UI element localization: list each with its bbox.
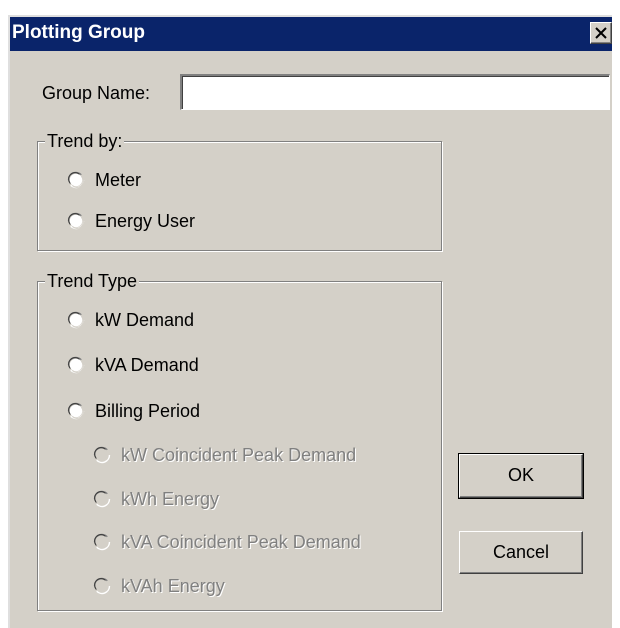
radio-kva-coincident-peak-demand[interactable]: kVA Coincident Peak Demand xyxy=(93,531,433,553)
radio-meter[interactable]: Meter xyxy=(67,169,267,191)
close-button[interactable] xyxy=(590,22,612,44)
radio-button-icon[interactable] xyxy=(67,402,85,420)
radio-button-icon[interactable] xyxy=(93,446,111,464)
plotting-group-dialog: Plotting Group Group Name: Trend by: Met… xyxy=(8,15,612,628)
radio-kvah-energy-label: kVAh Energy xyxy=(121,576,225,596)
radio-button-icon[interactable] xyxy=(93,490,111,508)
radio-kw-demand[interactable]: kW Demand xyxy=(67,309,267,331)
radio-kvah-energy[interactable]: kVAh Energy xyxy=(93,575,293,597)
radio-button-icon[interactable] xyxy=(67,311,85,329)
title-bar: Plotting Group xyxy=(10,17,612,51)
radio-billing-period[interactable]: Billing Period xyxy=(67,400,267,422)
group-name-label: Group Name: xyxy=(42,83,151,103)
group-name-input[interactable] xyxy=(180,74,610,110)
ok-button-label: OK xyxy=(507,465,534,485)
cancel-button-label: Cancel xyxy=(492,542,550,562)
radio-energy-user[interactable]: Energy User xyxy=(67,210,287,232)
radio-kva-demand-label: kVA Demand xyxy=(95,355,199,375)
radio-meter-label: Meter xyxy=(95,170,142,190)
radio-button-icon[interactable] xyxy=(67,171,85,189)
radio-button-icon[interactable] xyxy=(93,577,111,595)
ok-button[interactable]: OK xyxy=(458,453,584,499)
radio-kva-coincident-peak-demand-label: kVA Coincident Peak Demand xyxy=(121,532,361,552)
radio-button-icon[interactable] xyxy=(67,356,85,374)
radio-kva-demand[interactable]: kVA Demand xyxy=(67,354,267,376)
radio-button-icon[interactable] xyxy=(67,212,85,230)
radio-kw-coincident-peak-demand[interactable]: kW Coincident Peak Demand xyxy=(93,444,433,466)
trend-by-legend: Trend by: xyxy=(45,131,125,151)
trend-type-legend: Trend Type xyxy=(45,271,140,291)
radio-kwh-energy-label: kWh Energy xyxy=(121,489,220,509)
radio-button-icon[interactable] xyxy=(93,533,111,551)
close-icon xyxy=(595,27,607,39)
radio-energy-user-label: Energy User xyxy=(95,211,196,231)
cancel-button[interactable]: Cancel xyxy=(459,531,583,574)
trend-type-group: Trend Type kW Demand kVA Demand Billing … xyxy=(37,271,442,611)
radio-kwh-energy[interactable]: kWh Energy xyxy=(93,488,293,510)
trend-by-group: Trend by: Meter Energy User xyxy=(37,131,442,251)
window-title: Plotting Group xyxy=(12,22,145,43)
radio-kw-coincident-peak-demand-label: kW Coincident Peak Demand xyxy=(121,445,357,465)
radio-kw-demand-label: kW Demand xyxy=(95,310,195,330)
radio-billing-period-label: Billing Period xyxy=(95,401,201,421)
